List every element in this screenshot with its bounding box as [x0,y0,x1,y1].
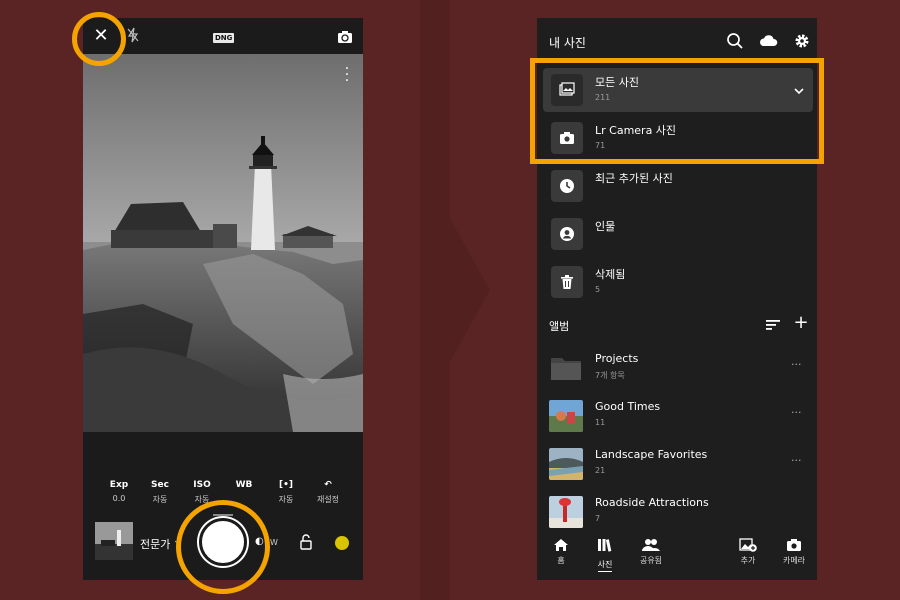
gear-icon[interactable] [793,32,811,50]
album-thumbnail [549,400,583,432]
album-thumbnail [549,448,583,480]
focus-value: 자동 [278,495,294,504]
add-album-icon[interactable]: + [793,314,809,332]
more-options-icon[interactable]: · · · [341,62,353,88]
tab-add[interactable]: 추가 [728,538,768,566]
album-count: 11 [595,418,606,427]
row-title: 삭제됨 [595,268,626,281]
trash-icon [551,266,583,298]
lens-label: W [270,538,278,547]
shutter-speed-control[interactable]: Sec 자동 [140,480,180,505]
tab-library[interactable]: 사진 [585,538,625,572]
album-item[interactable]: Roadside Attractions 7 [549,492,811,532]
shooting-mode-label[interactable]: 전문가 [140,536,170,552]
tab-label: 사진 [597,559,613,572]
albums-header: 앨범 [549,320,570,333]
album-thumbnail [549,496,583,528]
album-title: Projects [595,352,639,365]
tab-shared[interactable]: 공유됨 [631,538,671,566]
folder-icon [549,352,583,384]
album-item[interactable]: Landscape Favorites 21 ··· [549,444,811,484]
white-balance-control[interactable]: WB [224,480,264,494]
camera-icon [787,539,801,551]
shutter-highlight-ring [176,500,270,594]
home-icon [554,539,568,551]
exposure-label: Exp [109,480,129,490]
album-count: 7개 항목 [595,371,625,380]
arrow-chevron [440,200,490,380]
close-highlight-ring [72,12,126,66]
more-icon[interactable]: ··· [791,406,807,419]
tab-label: 추가 [740,556,756,565]
people-icon [642,539,660,551]
reset-control[interactable]: ↶ 재설정 [308,480,348,505]
white-balance-label: WB [235,480,253,490]
page-title: 내 사진 [549,36,586,50]
folder-recently-added[interactable]: 최근 추가된 사진 [543,164,813,208]
tab-label: 홈 [557,556,565,565]
library-icon [598,539,612,552]
lock-icon[interactable] [299,534,313,550]
focus-control[interactable]: [•] 자동 [266,480,306,505]
cloud-icon[interactable] [758,32,778,50]
album-count: 21 [595,466,606,475]
clock-icon [551,170,583,202]
reset-icon: ↶ [324,480,332,490]
bottom-tab-bar: 홈 사진 공유됨 추가 카메라 [537,536,817,580]
highlight-box [530,58,824,164]
shutter-speed-value: 자동 [152,495,168,504]
tab-label: 공유됨 [639,556,663,565]
iso-label: ISO [193,480,211,490]
camera-screen: ✕ DNG · · · Exp 0.0 Sec 자동 ISO 자동 WB [•]… [83,18,363,580]
more-icon[interactable]: ··· [791,454,807,467]
add-photo-icon [739,538,757,552]
album-title: Landscape Favorites [595,448,708,461]
album-title: Good Times [595,400,661,413]
flash-off-icon[interactable] [125,27,141,45]
exposure-control[interactable]: Exp 0.0 [99,480,139,503]
row-title: 최근 추가된 사진 [595,172,673,185]
tab-label: 카메라 [782,556,806,565]
switch-camera-icon[interactable] [337,29,353,43]
album-item[interactable]: Projects 7개 항목 ··· [549,348,811,388]
sort-icon[interactable] [765,317,781,331]
tab-home[interactable]: 홈 [541,538,581,566]
album-title: Roadside Attractions [595,496,709,509]
focus-label: [•] [279,480,293,490]
row-count: 5 [595,285,601,294]
search-icon[interactable] [726,32,744,50]
person-icon [551,218,583,250]
reset-label: 재설정 [316,495,340,504]
tab-camera[interactable]: 카메라 [774,538,814,566]
folder-people[interactable]: 인물 [543,212,813,256]
exposure-value: 0.0 [112,494,126,503]
dng-format-badge[interactable]: DNG [213,33,235,43]
more-icon[interactable]: ··· [791,358,807,371]
row-title: 인물 [595,220,616,233]
viewfinder-image[interactable]: · · · [83,54,363,432]
album-item[interactable]: Good Times 11 ··· [549,396,811,436]
shutter-speed-label: Sec [151,480,169,490]
album-count: 7 [595,514,601,523]
presets-icon[interactable] [335,536,349,550]
folder-deleted[interactable]: 삭제됨 5 [543,260,813,304]
last-photo-thumbnail[interactable] [95,522,133,560]
